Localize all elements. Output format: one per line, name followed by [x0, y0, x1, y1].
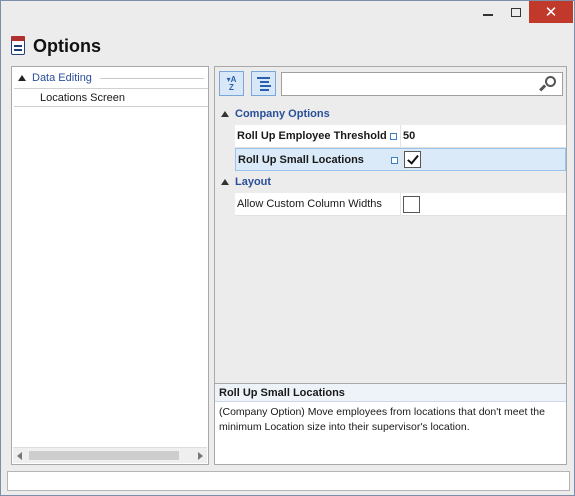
description-title: Roll Up Small Locations [215, 384, 566, 402]
property-value-text: 50 [403, 130, 416, 142]
description-text: (Company Option) Move employees from loc… [219, 406, 545, 433]
checkmark-icon [407, 152, 419, 165]
tree-group-divider [99, 77, 204, 79]
property-toolbar: ▾A Z [215, 67, 566, 101]
category-company-options[interactable]: Company Options [215, 103, 566, 125]
modified-marker-icon [390, 133, 397, 140]
category-layout[interactable]: Layout [215, 171, 566, 193]
options-tree: Data Editing Locations Screen [11, 66, 209, 465]
app-icon [9, 36, 27, 56]
property-row-allow-custom-column-widths[interactable]: Allow Custom Column Widths [235, 193, 566, 216]
tree-item-label: Locations Screen [40, 91, 125, 104]
title-bar: ✕ [1, 1, 574, 29]
property-name-text: Roll Up Employee Threshold [237, 130, 387, 142]
maximize-icon [511, 7, 521, 17]
property-name: Roll Up Small Locations [236, 149, 402, 170]
scroll-right-icon[interactable] [198, 452, 203, 460]
property-name-text: Allow Custom Column Widths [237, 198, 382, 210]
property-grid: Company Options Roll Up Employee Thresho… [215, 103, 566, 216]
property-name-text: Roll Up Small Locations [238, 153, 364, 166]
categorize-button[interactable] [251, 71, 276, 96]
allow-custom-column-widths-checkbox[interactable] [403, 195, 420, 213]
page-title: Options [33, 35, 101, 56]
sort-alphabetical-button[interactable]: ▾A Z [219, 71, 244, 96]
scroll-thumb[interactable] [29, 451, 179, 460]
property-name: Roll Up Employee Threshold [235, 125, 401, 147]
status-bar [7, 471, 570, 491]
close-icon: ✕ [544, 3, 558, 21]
collapse-arrow-icon[interactable] [215, 179, 235, 185]
categorize-icon [256, 76, 271, 91]
collapse-arrow-icon[interactable] [18, 75, 26, 81]
window-header: Options [9, 34, 101, 58]
description-panel: Roll Up Small Locations (Company Option)… [215, 383, 566, 464]
search-input[interactable] [281, 72, 563, 96]
collapse-arrow-icon[interactable] [215, 111, 235, 117]
tree-group-label: Data Editing [32, 72, 92, 84]
property-row-roll-up-employee-threshold[interactable]: Roll Up Employee Threshold 50 [235, 125, 566, 148]
property-row-roll-up-small-locations[interactable]: Roll Up Small Locations [235, 148, 566, 171]
tree-item-locations-screen[interactable]: Locations Screen [14, 88, 208, 107]
tree-group-data-editing[interactable]: Data Editing [12, 69, 208, 87]
employee-threshold-field[interactable]: 50 [401, 125, 566, 147]
category-label: Layout [235, 176, 272, 188]
minimize-icon [483, 14, 493, 16]
sort-alphabetical-icon: ▾A Z [226, 74, 237, 92]
minimize-button[interactable] [475, 1, 501, 23]
property-name: Allow Custom Column Widths [235, 193, 401, 215]
modified-marker-icon [391, 157, 398, 164]
search-icon[interactable] [539, 76, 556, 92]
tree-horizontal-scrollbar[interactable] [13, 447, 207, 463]
property-value [402, 149, 565, 170]
property-value [401, 193, 566, 215]
roll-up-small-locations-checkbox[interactable] [404, 151, 421, 168]
maximize-button[interactable] [503, 1, 529, 23]
options-window: ✕ Options Data Editing Locations Screen [0, 0, 575, 496]
close-button[interactable]: ✕ [529, 1, 573, 23]
property-grid-panel: ▾A Z Company Options Roll Up Employee Th… [214, 66, 567, 465]
scroll-left-icon[interactable] [17, 452, 22, 460]
category-label: Company Options [235, 108, 330, 120]
